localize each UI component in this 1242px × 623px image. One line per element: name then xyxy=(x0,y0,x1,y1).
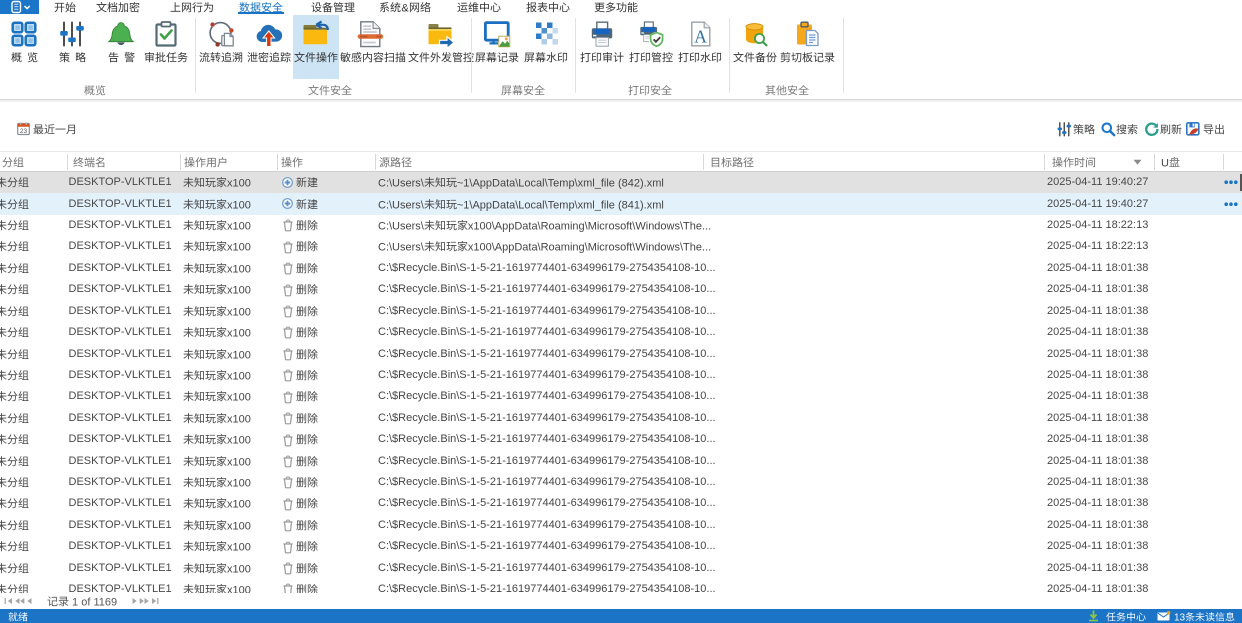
svg-text:23: 23 xyxy=(20,128,28,135)
svg-text:A: A xyxy=(694,27,707,47)
